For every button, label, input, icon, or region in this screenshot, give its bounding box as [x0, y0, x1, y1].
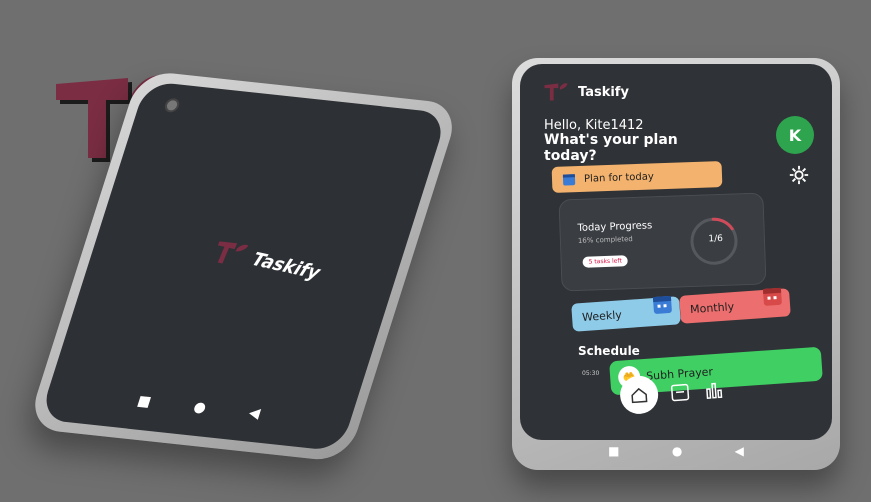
app-header: Taskify [542, 82, 629, 102]
stats-tab[interactable] [701, 377, 727, 403]
calendar-icon [762, 287, 782, 306]
home-button[interactable]: ● [672, 444, 682, 458]
weekly-button[interactable]: Weekly [571, 295, 681, 332]
splash-brand-text: Taskify [248, 248, 324, 284]
left-system-nav: ■ ● ◀ [114, 391, 284, 425]
progress-title: Today Progress [577, 220, 653, 234]
plan-question: What's your plan today? [544, 132, 678, 164]
calendar-icon [652, 295, 672, 314]
monthly-label: Monthly [689, 299, 735, 316]
recents-button[interactable]: ■ [608, 444, 619, 458]
gear-icon[interactable] [788, 164, 810, 186]
calendar-icon [670, 383, 690, 402]
schedule-time: 05:30 [582, 370, 600, 377]
taskify-logo-icon [217, 241, 249, 264]
weekly-label: Weekly [581, 307, 623, 324]
right-system-nav: ■ ● ◀ [582, 444, 770, 458]
home-screen: Taskify Hello, Kite1412 What's your plan… [520, 64, 832, 440]
calendar-tab[interactable] [667, 379, 693, 405]
home-button[interactable]: ● [191, 399, 208, 416]
schedule-title: Schedule [578, 344, 640, 358]
progress-subtitle: 16% completed [577, 235, 633, 245]
plan-button-label: Plan for today [583, 170, 655, 185]
right-phone: Taskify Hello, Kite1412 What's your plan… [512, 58, 840, 470]
avatar[interactable]: K [776, 116, 814, 154]
app-title: Taskify [578, 84, 629, 100]
front-camera [162, 97, 182, 114]
chart-icon [706, 382, 723, 399]
back-button[interactable]: ◀ [735, 444, 744, 458]
today-progress-card[interactable]: Today Progress 16% completed 5 tasks lef… [558, 192, 767, 292]
recents-button[interactable]: ■ [135, 393, 153, 410]
greeting: Hello, Kite1412 [544, 118, 644, 133]
bottom-navigation [618, 371, 771, 416]
plan-for-today-button[interactable]: Plan for today [551, 161, 723, 193]
splash-brand: Taskify [209, 237, 325, 286]
monthly-button[interactable]: Monthly [679, 287, 791, 324]
progress-ring-label: 1/6 [708, 233, 724, 245]
home-tab[interactable] [618, 374, 660, 416]
tasks-left-badge: 5 tasks left [582, 255, 628, 268]
calendar-icon [562, 174, 576, 186]
taskify-logo-icon [544, 83, 568, 101]
home-icon [631, 387, 648, 404]
back-button[interactable]: ◀ [247, 405, 263, 422]
